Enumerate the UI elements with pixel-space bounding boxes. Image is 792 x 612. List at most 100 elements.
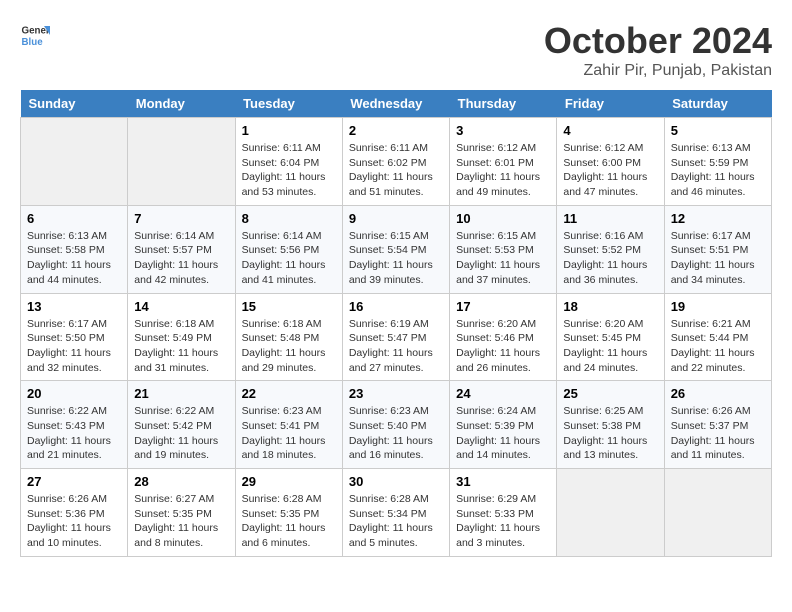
day-number: 31 [456, 474, 550, 489]
calendar-cell [21, 118, 128, 206]
calendar-cell: 30 Sunrise: 6:28 AM Sunset: 5:34 PM Dayli… [342, 469, 449, 557]
calendar-cell: 3Sunrise: 6:12 AM Sunset: 6:01 PM Daylig… [450, 118, 557, 206]
calendar-cell [557, 469, 664, 557]
day-info: Sunrise: 6:15 AM Sunset: 5:53 PM Dayligh… [456, 229, 550, 288]
col-friday: Friday [557, 90, 664, 118]
calendar-cell: 29 Sunrise: 6:28 AM Sunset: 5:35 PM Dayli… [235, 469, 342, 557]
calendar-cell: 13 Sunrise: 6:17 AM Sunset: 5:50 PM Dayli… [21, 293, 128, 381]
location-subtitle: Zahir Pir, Punjab, Pakistan [544, 62, 772, 80]
day-number: 6 [27, 211, 121, 226]
calendar-cell: 24 Sunrise: 6:24 AM Sunset: 5:39 PM Dayli… [450, 381, 557, 469]
calendar-cell: 16Sunrise: 6:19 AM Sunset: 5:47 PM Dayli… [342, 293, 449, 381]
calendar-cell: 8 Sunrise: 6:14 AM Sunset: 5:56 PM Daylig… [235, 205, 342, 293]
day-info: Sunrise: 6:12 AM Sunset: 6:00 PM Dayligh… [563, 141, 657, 200]
calendar-cell: 4 Sunrise: 6:12 AM Sunset: 6:00 PM Daylig… [557, 118, 664, 206]
day-number: 13 [27, 299, 121, 314]
calendar-table: Sunday Monday Tuesday Wednesday Thursday… [20, 90, 772, 557]
day-info: Sunrise: 6:27 AM Sunset: 5:35 PM Dayligh… [134, 492, 228, 551]
day-info: Sunrise: 6:23 AM Sunset: 5:41 PM Dayligh… [242, 404, 336, 463]
col-saturday: Saturday [664, 90, 771, 118]
day-info: Sunrise: 6:17 AM Sunset: 5:50 PM Dayligh… [27, 317, 121, 376]
day-number: 12 [671, 211, 765, 226]
col-tuesday: Tuesday [235, 90, 342, 118]
page-header: General Blue October 2024 Zahir Pir, Pun… [20, 20, 772, 80]
day-number: 19 [671, 299, 765, 314]
calendar-cell: 14Sunrise: 6:18 AM Sunset: 5:49 PM Dayli… [128, 293, 235, 381]
calendar-header-row: Sunday Monday Tuesday Wednesday Thursday… [21, 90, 772, 118]
day-number: 26 [671, 386, 765, 401]
day-info: Sunrise: 6:28 AM Sunset: 5:34 PM Dayligh… [349, 492, 443, 551]
day-number: 1 [242, 123, 336, 138]
day-number: 21 [134, 386, 228, 401]
day-info: Sunrise: 6:14 AM Sunset: 5:57 PM Dayligh… [134, 229, 228, 288]
day-info: Sunrise: 6:21 AM Sunset: 5:44 PM Dayligh… [671, 317, 765, 376]
day-info: Sunrise: 6:13 AM Sunset: 5:58 PM Dayligh… [27, 229, 121, 288]
day-info: Sunrise: 6:28 AM Sunset: 5:35 PM Dayligh… [242, 492, 336, 551]
day-info: Sunrise: 6:17 AM Sunset: 5:51 PM Dayligh… [671, 229, 765, 288]
calendar-cell: 22 Sunrise: 6:23 AM Sunset: 5:41 PM Dayli… [235, 381, 342, 469]
calendar-week-row: 20 Sunrise: 6:22 AM Sunset: 5:43 PM Dayli… [21, 381, 772, 469]
calendar-cell: 21 Sunrise: 6:22 AM Sunset: 5:42 PM Dayli… [128, 381, 235, 469]
day-number: 20 [27, 386, 121, 401]
calendar-cell: 18Sunrise: 6:20 AM Sunset: 5:45 PM Dayli… [557, 293, 664, 381]
day-number: 16 [349, 299, 443, 314]
day-info: Sunrise: 6:24 AM Sunset: 5:39 PM Dayligh… [456, 404, 550, 463]
day-info: Sunrise: 6:14 AM Sunset: 5:56 PM Dayligh… [242, 229, 336, 288]
calendar-cell: 19 Sunrise: 6:21 AM Sunset: 5:44 PM Dayli… [664, 293, 771, 381]
day-number: 25 [563, 386, 657, 401]
calendar-week-row: 6 Sunrise: 6:13 AM Sunset: 5:58 PM Daylig… [21, 205, 772, 293]
day-info: Sunrise: 6:11 AM Sunset: 6:04 PM Dayligh… [242, 141, 336, 200]
day-info: Sunrise: 6:12 AM Sunset: 6:01 PM Dayligh… [456, 141, 550, 200]
calendar-cell: 11 Sunrise: 6:16 AM Sunset: 5:52 PM Dayli… [557, 205, 664, 293]
title-section: October 2024 Zahir Pir, Punjab, Pakistan [544, 20, 772, 80]
day-info: Sunrise: 6:20 AM Sunset: 5:46 PM Dayligh… [456, 317, 550, 376]
day-number: 11 [563, 211, 657, 226]
day-number: 24 [456, 386, 550, 401]
col-monday: Monday [128, 90, 235, 118]
col-thursday: Thursday [450, 90, 557, 118]
day-number: 15 [242, 299, 336, 314]
calendar-cell [664, 469, 771, 557]
day-number: 30 [349, 474, 443, 489]
calendar-cell: 31 Sunrise: 6:29 AM Sunset: 5:33 PM Dayli… [450, 469, 557, 557]
day-info: Sunrise: 6:18 AM Sunset: 5:49 PM Dayligh… [134, 317, 228, 376]
day-number: 27 [27, 474, 121, 489]
day-number: 2 [349, 123, 443, 138]
day-info: Sunrise: 6:16 AM Sunset: 5:52 PM Dayligh… [563, 229, 657, 288]
calendar-cell: 15Sunrise: 6:18 AM Sunset: 5:48 PM Dayli… [235, 293, 342, 381]
logo: General Blue [20, 20, 50, 50]
calendar-week-row: 13 Sunrise: 6:17 AM Sunset: 5:50 PM Dayli… [21, 293, 772, 381]
day-info: Sunrise: 6:25 AM Sunset: 5:38 PM Dayligh… [563, 404, 657, 463]
calendar-cell: 17 Sunrise: 6:20 AM Sunset: 5:46 PM Dayli… [450, 293, 557, 381]
calendar-cell: 12 Sunrise: 6:17 AM Sunset: 5:51 PM Dayli… [664, 205, 771, 293]
calendar-cell [128, 118, 235, 206]
day-number: 8 [242, 211, 336, 226]
day-info: Sunrise: 6:22 AM Sunset: 5:43 PM Dayligh… [27, 404, 121, 463]
day-info: Sunrise: 6:15 AM Sunset: 5:54 PM Dayligh… [349, 229, 443, 288]
calendar-cell: 2 Sunrise: 6:11 AM Sunset: 6:02 PM Daylig… [342, 118, 449, 206]
day-number: 4 [563, 123, 657, 138]
day-info: Sunrise: 6:11 AM Sunset: 6:02 PM Dayligh… [349, 141, 443, 200]
day-number: 10 [456, 211, 550, 226]
calendar-week-row: 1 Sunrise: 6:11 AM Sunset: 6:04 PM Daylig… [21, 118, 772, 206]
day-number: 22 [242, 386, 336, 401]
calendar-cell: 27 Sunrise: 6:26 AM Sunset: 5:36 PM Dayli… [21, 469, 128, 557]
logo-icon: General Blue [20, 20, 50, 50]
calendar-cell: 9Sunrise: 6:15 AM Sunset: 5:54 PM Daylig… [342, 205, 449, 293]
day-info: Sunrise: 6:26 AM Sunset: 5:37 PM Dayligh… [671, 404, 765, 463]
day-info: Sunrise: 6:22 AM Sunset: 5:42 PM Dayligh… [134, 404, 228, 463]
calendar-cell: 10 Sunrise: 6:15 AM Sunset: 5:53 PM Dayli… [450, 205, 557, 293]
day-info: Sunrise: 6:29 AM Sunset: 5:33 PM Dayligh… [456, 492, 550, 551]
day-info: Sunrise: 6:26 AM Sunset: 5:36 PM Dayligh… [27, 492, 121, 551]
calendar-cell: 28Sunrise: 6:27 AM Sunset: 5:35 PM Dayli… [128, 469, 235, 557]
calendar-cell: 1 Sunrise: 6:11 AM Sunset: 6:04 PM Daylig… [235, 118, 342, 206]
day-info: Sunrise: 6:20 AM Sunset: 5:45 PM Dayligh… [563, 317, 657, 376]
calendar-cell: 25 Sunrise: 6:25 AM Sunset: 5:38 PM Dayli… [557, 381, 664, 469]
day-number: 17 [456, 299, 550, 314]
calendar-cell: 20 Sunrise: 6:22 AM Sunset: 5:43 PM Dayli… [21, 381, 128, 469]
day-number: 7 [134, 211, 228, 226]
calendar-cell: 6 Sunrise: 6:13 AM Sunset: 5:58 PM Daylig… [21, 205, 128, 293]
svg-text:Blue: Blue [22, 37, 44, 48]
day-number: 29 [242, 474, 336, 489]
col-sunday: Sunday [21, 90, 128, 118]
